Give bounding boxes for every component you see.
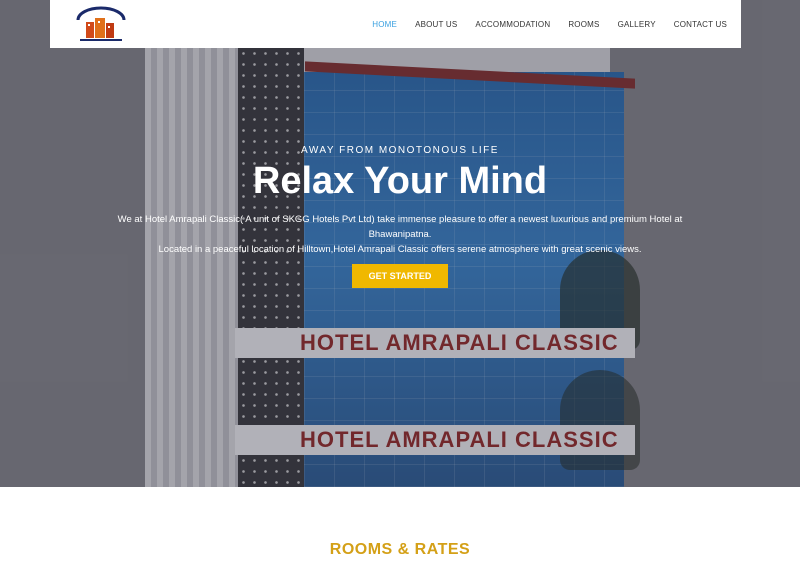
hero-title: Relax Your Mind: [252, 160, 548, 202]
hero-section: HOTEL AMRAPALI CLASSIC HOTEL AMRAPALI CL…: [0, 0, 800, 487]
rooms-rates-heading: ROOMS & RATES: [329, 541, 471, 558]
nav-home[interactable]: HOME: [372, 20, 397, 29]
get-started-button[interactable]: GET STARTED: [352, 264, 448, 288]
nav-accommodation[interactable]: ACCOMMODATION: [475, 20, 550, 29]
logo-icon: [76, 6, 126, 41]
hero-content: AWAY FROM MONOTONOUS LIFE Relax Your Min…: [0, 0, 800, 487]
main-menu: HOME ABOUT US ACCOMMODATION ROOMS GALLER…: [354, 0, 727, 48]
nav-contact-us[interactable]: CONTACT US: [674, 20, 727, 29]
hotel-logo[interactable]: [72, 6, 130, 44]
hero-eyebrow: AWAY FROM MONOTONOUS LIFE: [301, 145, 499, 156]
hero-description-line: Located in a peaceful location of Hillto…: [158, 244, 642, 255]
hero-description: We at Hotel Amrapali Classic( A unit of …: [100, 212, 700, 257]
nav-about-us[interactable]: ABOUT US: [415, 20, 457, 29]
hero-description-line: We at Hotel Amrapali Classic( A unit of …: [117, 214, 683, 240]
nav-rooms[interactable]: ROOMS: [568, 20, 599, 29]
top-navbar: HOME ABOUT US ACCOMMODATION ROOMS GALLER…: [50, 0, 741, 48]
nav-gallery[interactable]: GALLERY: [618, 20, 656, 29]
